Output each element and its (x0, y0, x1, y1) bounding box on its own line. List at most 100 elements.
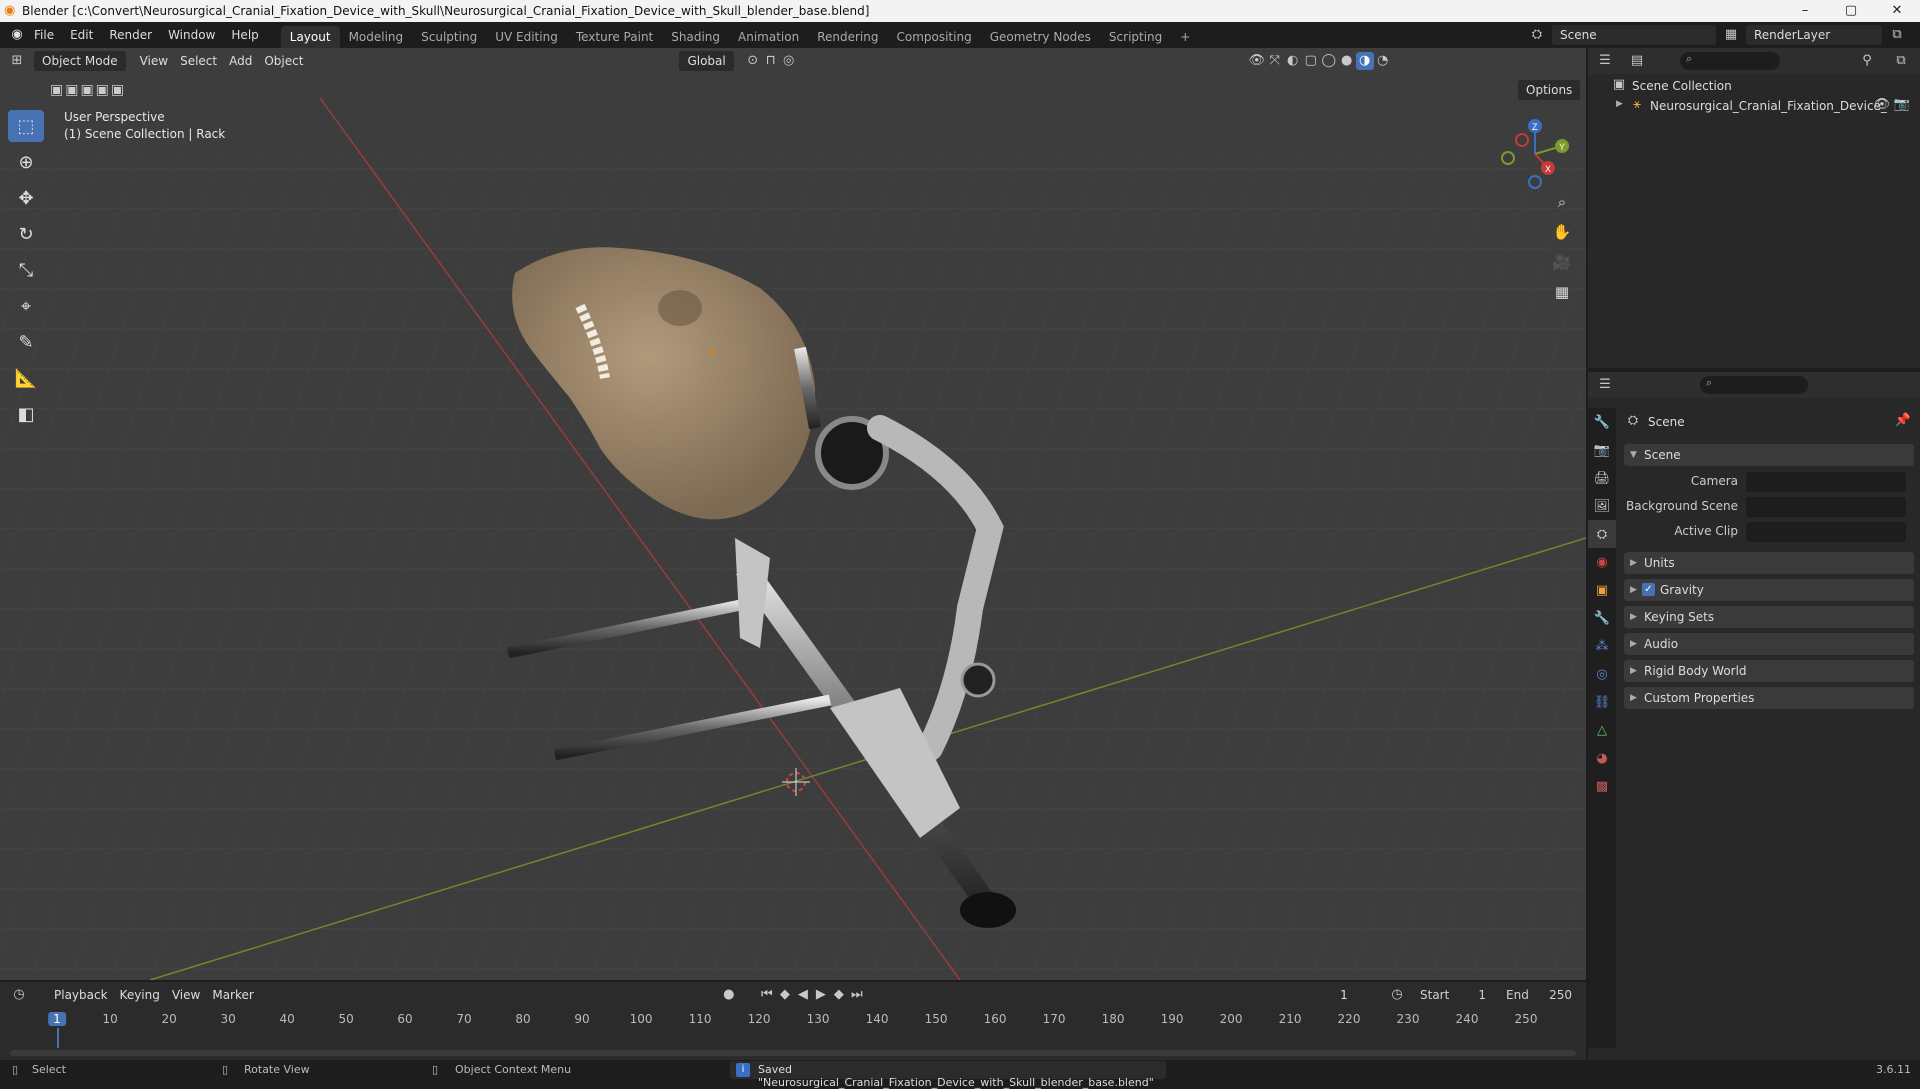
editor-type-icon[interactable]: ⊞ (8, 52, 26, 70)
viewport-scene[interactable] (0, 48, 1586, 980)
pivot-icon[interactable]: ⊙ (744, 52, 762, 70)
timeline-editor-icon[interactable]: ◷ (10, 986, 28, 1004)
constraints-tab-icon[interactable]: ⛓ (1588, 688, 1616, 716)
playhead[interactable]: 1 (48, 1012, 66, 1026)
menu-add[interactable]: Add (223, 51, 258, 71)
selection-mode-icons[interactable]: ▣▣▣▣▣ (50, 82, 126, 98)
outliner-editor-icon[interactable]: ☰ (1596, 52, 1614, 70)
audio-panel[interactable]: ▶ Audio (1624, 633, 1914, 655)
display-mode-icon[interactable]: ▤ (1628, 52, 1646, 70)
particles-tab-icon[interactable]: ⁂ (1588, 632, 1616, 660)
units-panel[interactable]: ▶ Units (1624, 552, 1914, 574)
clock-icon[interactable]: ◷ (1388, 986, 1406, 1004)
cursor-tool[interactable]: ⊕ (8, 146, 44, 178)
add-cube-tool[interactable]: ◧ (8, 398, 44, 430)
eye-icon[interactable]: 👁 (1873, 96, 1891, 114)
close-button[interactable]: ✕ (1874, 0, 1920, 22)
physics-tab-icon[interactable]: ◎ (1588, 660, 1616, 688)
tab-modeling[interactable]: Modeling (340, 26, 413, 48)
jump-start-icon[interactable]: ⏮ (758, 986, 776, 1004)
tab-animation[interactable]: Animation (729, 26, 808, 48)
custom-properties-panel[interactable]: ▶ Custom Properties (1624, 687, 1914, 709)
render-tab-icon[interactable]: 📷 (1588, 436, 1616, 464)
scene-panel-header[interactable]: ▼ Scene (1624, 444, 1914, 466)
overlay-icon[interactable]: ◐ (1284, 52, 1302, 70)
outliner-object[interactable]: Neurosurgical_Cranial_Fixation_Device_ (1650, 99, 1887, 113)
record-icon[interactable]: ● (720, 986, 738, 1004)
next-keyframe-icon[interactable]: ◆ (830, 986, 848, 1004)
wireframe-shading-icon[interactable]: ◯ (1320, 52, 1338, 70)
transform-orientation-selector[interactable]: Global (679, 51, 734, 71)
scene-icon[interactable]: ⛭ (1528, 26, 1546, 44)
material-tab-icon[interactable]: ◕ (1588, 744, 1616, 772)
play-reverse-icon[interactable]: ◀ (794, 986, 812, 1004)
tab-scripting[interactable]: Scripting (1100, 26, 1171, 48)
gravity-panel[interactable]: ▶ ✓ Gravity (1624, 579, 1914, 601)
transform-tool[interactable]: ⌖ (8, 290, 44, 322)
start-frame-field[interactable]: Start 1 (1412, 985, 1494, 1005)
modifier-tab-icon[interactable]: 🔧 (1588, 604, 1616, 632)
tab-compositing[interactable]: Compositing (887, 26, 980, 48)
ortho-grid-icon[interactable]: ▦ (1548, 278, 1576, 306)
add-workspace-button[interactable]: + (1171, 26, 1199, 48)
minimize-button[interactable]: – (1782, 0, 1828, 22)
keying-sets-panel[interactable]: ▶ Keying Sets (1624, 606, 1914, 628)
view-layer-icon[interactable]: ▦ (1722, 26, 1740, 44)
rigid-body-world-panel[interactable]: ▶ Rigid Body World (1624, 660, 1914, 682)
gizmo-icon[interactable]: ⤧ (1266, 52, 1284, 70)
menu-view[interactable]: View (134, 51, 174, 71)
active-clip-field[interactable] (1746, 522, 1906, 542)
outliner-root[interactable]: Scene Collection (1632, 79, 1732, 93)
data-tab-icon[interactable]: △ (1588, 716, 1616, 744)
tab-rendering[interactable]: Rendering (808, 26, 887, 48)
tab-uv-editing[interactable]: UV Editing (486, 26, 567, 48)
tab-geometry-nodes[interactable]: Geometry Nodes (981, 26, 1100, 48)
proportional-edit-icon[interactable]: ◎ (780, 52, 798, 70)
menu-object[interactable]: Object (258, 51, 309, 71)
menu-playback[interactable]: Playback (48, 985, 114, 1005)
measure-tool[interactable]: 📐 (8, 362, 44, 394)
tab-texture-paint[interactable]: Texture Paint (567, 26, 662, 48)
end-frame-field[interactable]: End 250 (1498, 985, 1580, 1005)
pan-hand-icon[interactable]: ✋ (1548, 218, 1576, 246)
menu-window[interactable]: Window (160, 22, 223, 48)
zoom-icon[interactable]: ⌕ (1548, 188, 1576, 216)
timeline-scrollbar[interactable] (10, 1050, 1576, 1056)
tool-tab-icon[interactable]: 🔧 (1588, 408, 1616, 436)
jump-end-icon[interactable]: ⏭ (848, 986, 866, 1004)
current-frame-field[interactable]: 1 (1308, 985, 1380, 1005)
filter-icon[interactable]: ⚲ (1858, 52, 1876, 70)
background-scene-field[interactable] (1746, 497, 1906, 517)
menu-keying[interactable]: Keying (114, 985, 166, 1005)
scene-selector[interactable]: Scene (1552, 25, 1716, 45)
blender-menu-icon[interactable]: ◉ (8, 26, 26, 44)
tab-shading[interactable]: Shading (662, 26, 729, 48)
menu-edit[interactable]: Edit (62, 22, 101, 48)
scale-tool[interactable]: ⤡ (8, 254, 44, 286)
new-collection-icon[interactable]: ⧉ (1892, 52, 1910, 70)
render-layer-selector[interactable]: RenderLayer (1746, 25, 1882, 45)
select-box-tool[interactable]: ⬚ (8, 110, 44, 142)
play-icon[interactable]: ▶ (812, 986, 830, 1004)
tab-sculpting[interactable]: Sculpting (412, 26, 486, 48)
properties-editor-icon[interactable]: ☰ (1596, 376, 1614, 394)
tab-layout[interactable]: Layout (280, 26, 340, 48)
new-layer-icon[interactable]: ⧉ (1888, 26, 1906, 44)
material-shading-icon[interactable]: ◑ (1355, 52, 1374, 70)
prev-keyframe-icon[interactable]: ◆ (776, 986, 794, 1004)
report-message[interactable]: i Saved "Neurosurgical_Cranial_Fixation_… (730, 1061, 1166, 1089)
menu-file[interactable]: File (26, 22, 62, 48)
frame-ruler[interactable]: 1 10 20 30 40 50 60 70 80 90 100 110 120 130 140 150 160… (0, 1010, 1586, 1048)
pin-icon[interactable]: 📌 (1894, 412, 1912, 430)
snap-icon[interactable]: ⊓ (762, 52, 780, 70)
gravity-checkbox[interactable]: ✓ (1642, 583, 1655, 596)
menu-marker[interactable]: Marker (206, 985, 259, 1005)
rendered-shading-icon[interactable]: ◔ (1374, 52, 1392, 70)
rotate-tool[interactable]: ↻ (8, 218, 44, 250)
maximize-button[interactable]: ▢ (1828, 0, 1874, 22)
render-camera-icon[interactable]: 📷 (1893, 96, 1911, 114)
texture-tab-icon[interactable]: ▩ (1588, 772, 1616, 800)
outliner-search-input[interactable]: ⌕ (1680, 52, 1780, 70)
view-layer-tab-icon[interactable]: 🖼 (1588, 492, 1616, 520)
output-tab-icon[interactable]: 🖨 (1588, 464, 1616, 492)
